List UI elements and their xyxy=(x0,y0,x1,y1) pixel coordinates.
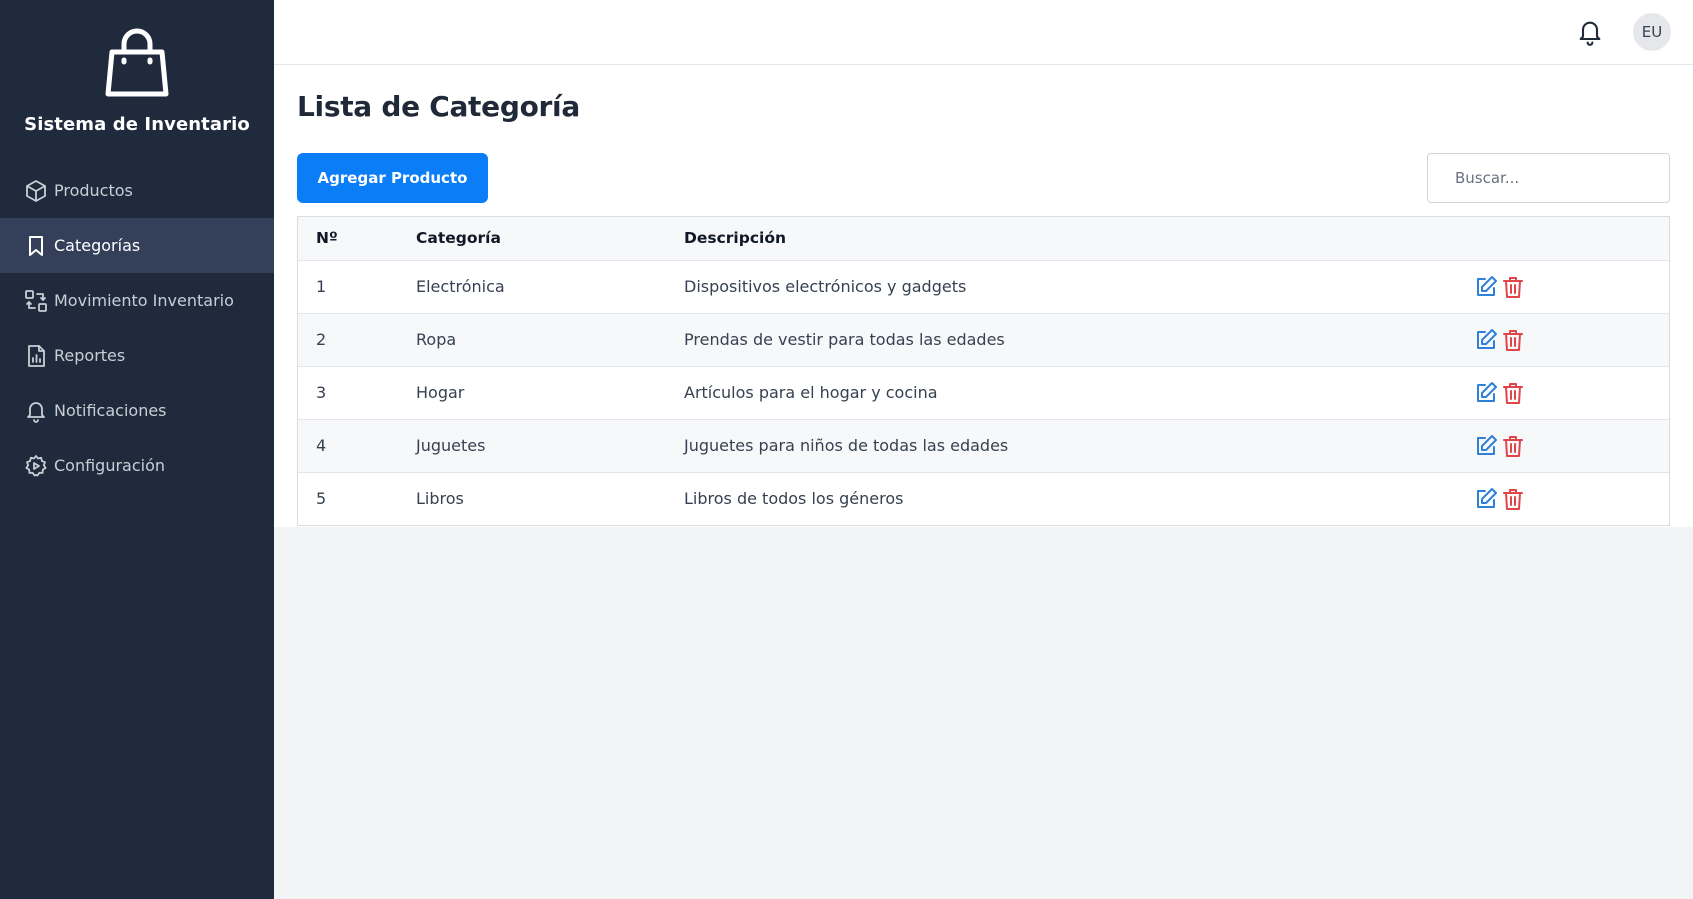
bell-icon xyxy=(27,401,45,423)
row-actions xyxy=(1474,366,1669,419)
trash-icon[interactable] xyxy=(1501,434,1525,458)
trash-icon[interactable] xyxy=(1501,381,1525,405)
row-category: Ropa xyxy=(416,330,457,349)
edit-icon[interactable] xyxy=(1474,328,1498,352)
sidebar-item-label: Notificaciones xyxy=(54,401,167,420)
avatar[interactable]: EU xyxy=(1633,13,1671,51)
row-number: 3 xyxy=(316,383,327,402)
search-input[interactable] xyxy=(1427,153,1670,203)
shopping-bag-icon xyxy=(105,28,169,97)
edit-icon[interactable] xyxy=(1474,275,1498,299)
trash-icon[interactable] xyxy=(1501,487,1525,511)
row-number: 2 xyxy=(316,330,327,349)
row-number: 1 xyxy=(316,277,327,296)
row-actions xyxy=(1474,419,1669,472)
row-category: Electrónica xyxy=(416,277,505,296)
sidebar-item-label: Configuración xyxy=(54,456,166,475)
bell-icon[interactable] xyxy=(1576,18,1604,46)
table-row: 2 Ropa Prendas de vestir para todas las … xyxy=(298,313,1669,366)
table-row: 5 Libros Libros de todos los géneros xyxy=(298,472,1669,525)
row-description: Artículos para el hogar y cocina xyxy=(684,383,938,402)
column-header-actions xyxy=(1474,217,1669,260)
trash-icon[interactable] xyxy=(1501,328,1525,352)
categories-table: Nº Categoría Descripción 1 Electrónica D… xyxy=(297,216,1670,526)
row-actions xyxy=(1474,472,1669,525)
main-content: Lista de Categoría Agregar Producto Nº C… xyxy=(274,65,1693,527)
sidebar-item-label: Productos xyxy=(54,181,133,200)
sidebar: Sistema de Inventario Productos Categorí… xyxy=(0,0,274,899)
row-number: 4 xyxy=(316,436,327,455)
row-number: 5 xyxy=(316,489,327,509)
row-category: Juguetes xyxy=(416,436,486,455)
column-header-number: Nº xyxy=(316,229,338,248)
sidebar-item-configuracion[interactable]: Configuración xyxy=(0,438,274,493)
table-header-row: Nº Categoría Descripción xyxy=(298,217,1669,260)
gear-icon xyxy=(25,454,47,476)
sidebar-item-movimiento-inventario[interactable]: Movimiento Inventario xyxy=(0,273,274,328)
edit-icon[interactable] xyxy=(1474,434,1498,458)
sidebar-item-notificaciones[interactable]: Notificaciones xyxy=(0,383,274,438)
row-description: Prendas de vestir para todas las edades xyxy=(684,330,1005,349)
bookmark-icon xyxy=(29,235,43,256)
sidebar-item-label: Reportes xyxy=(54,346,126,365)
add-product-button[interactable]: Agregar Producto xyxy=(297,153,488,203)
table-row: 3 Hogar Artículos para el hogar y cocina xyxy=(298,366,1669,419)
box-icon xyxy=(26,179,46,202)
sidebar-item-label: Categorías xyxy=(54,236,141,255)
column-header-category: Categoría xyxy=(416,229,501,248)
sidebar-item-productos[interactable]: Productos xyxy=(0,163,274,218)
top-bar: EU xyxy=(274,0,1693,65)
row-actions xyxy=(1474,260,1669,313)
row-category: Libros xyxy=(416,489,464,509)
sidebar-nav: Productos Categorías Movimiento Inventar… xyxy=(0,163,274,493)
brand-title: Sistema de Inventario xyxy=(24,114,250,135)
page-title: Lista de Categoría xyxy=(297,90,580,123)
brand: Sistema de Inventario xyxy=(0,0,274,150)
transfer-icon xyxy=(25,289,47,312)
trash-icon[interactable] xyxy=(1501,275,1525,299)
edit-icon[interactable] xyxy=(1474,487,1498,511)
row-actions xyxy=(1474,313,1669,366)
sidebar-item-categorias[interactable]: Categorías xyxy=(0,218,274,273)
row-category: Hogar xyxy=(416,383,465,402)
sidebar-item-reportes[interactable]: Reportes xyxy=(0,328,274,383)
row-description: Juguetes para niños de todas las edades xyxy=(684,436,1009,455)
table-row: 4 Juguetes Juguetes para niños de todas … xyxy=(298,419,1669,472)
column-header-description: Descripción xyxy=(684,229,787,248)
table-row: 1 Electrónica Dispositivos electrónicos … xyxy=(298,260,1669,313)
report-icon xyxy=(28,344,45,367)
row-description: Dispositivos electrónicos y gadgets xyxy=(684,277,967,296)
sidebar-item-label: Movimiento Inventario xyxy=(54,291,234,310)
edit-icon[interactable] xyxy=(1474,381,1498,405)
row-description: Libros de todos los géneros xyxy=(684,489,904,509)
